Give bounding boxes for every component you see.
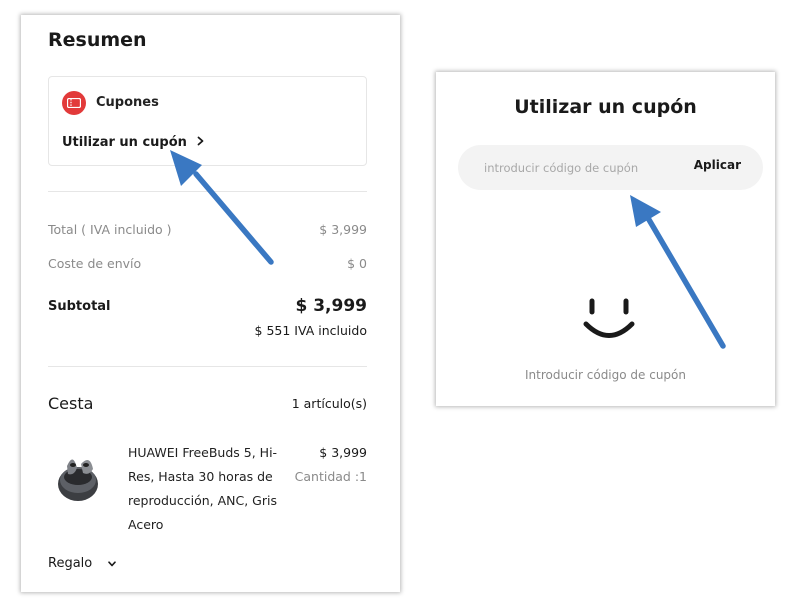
chevron-right-icon <box>197 135 204 150</box>
divider <box>48 366 367 367</box>
smiley-icon <box>583 297 635 343</box>
chevron-down-icon <box>108 556 117 571</box>
gift-label: Regalo <box>48 556 93 571</box>
divider <box>48 191 367 192</box>
subtotal-value: $ 3,999 <box>295 296 367 316</box>
product-quantity: Cantidad :1 <box>294 469 367 484</box>
shipping-value: $ 0 <box>347 256 367 271</box>
cart-title: Cesta <box>48 394 94 413</box>
empty-state-hint: Introducir código de cupón <box>524 368 686 382</box>
dialog-title: Utilizar un cupón <box>514 96 697 118</box>
gift-toggle[interactable]: Regalo <box>48 556 117 571</box>
product-name[interactable]: HUAWEI FreeBuds 5, Hi-Res, Hasta 30 hora… <box>128 441 278 537</box>
summary-title: Resumen <box>48 29 147 51</box>
shipping-label: Coste de envío <box>48 256 142 271</box>
cart-item-count: 1 artículo(s) <box>291 396 367 411</box>
apply-button[interactable]: Aplicar <box>694 158 741 172</box>
coupon-dialog: Utilizar un cupón Aplicar Introducir cód… <box>436 72 775 406</box>
coupon-code-input[interactable] <box>482 157 676 179</box>
coupon-field: Aplicar <box>458 145 763 190</box>
use-coupon-link[interactable]: Utilizar un cupón <box>62 135 204 150</box>
coupons-label: Cupones <box>96 95 159 110</box>
coupon-box: Cupones Utilizar un cupón <box>48 76 367 166</box>
product-price: $ 3,999 <box>319 445 367 460</box>
total-label: Total ( IVA incluido ) <box>48 222 172 237</box>
ticket-icon <box>62 91 86 115</box>
use-coupon-label: Utilizar un cupón <box>62 135 187 150</box>
product-image[interactable] <box>48 440 108 510</box>
total-value: $ 3,999 <box>319 222 367 237</box>
subtotal-label: Subtotal <box>48 299 111 314</box>
order-summary-panel: Resumen Cupones Utilizar un cupón Total … <box>21 15 400 592</box>
iva-note: $ 551 IVA incluido <box>254 323 367 338</box>
